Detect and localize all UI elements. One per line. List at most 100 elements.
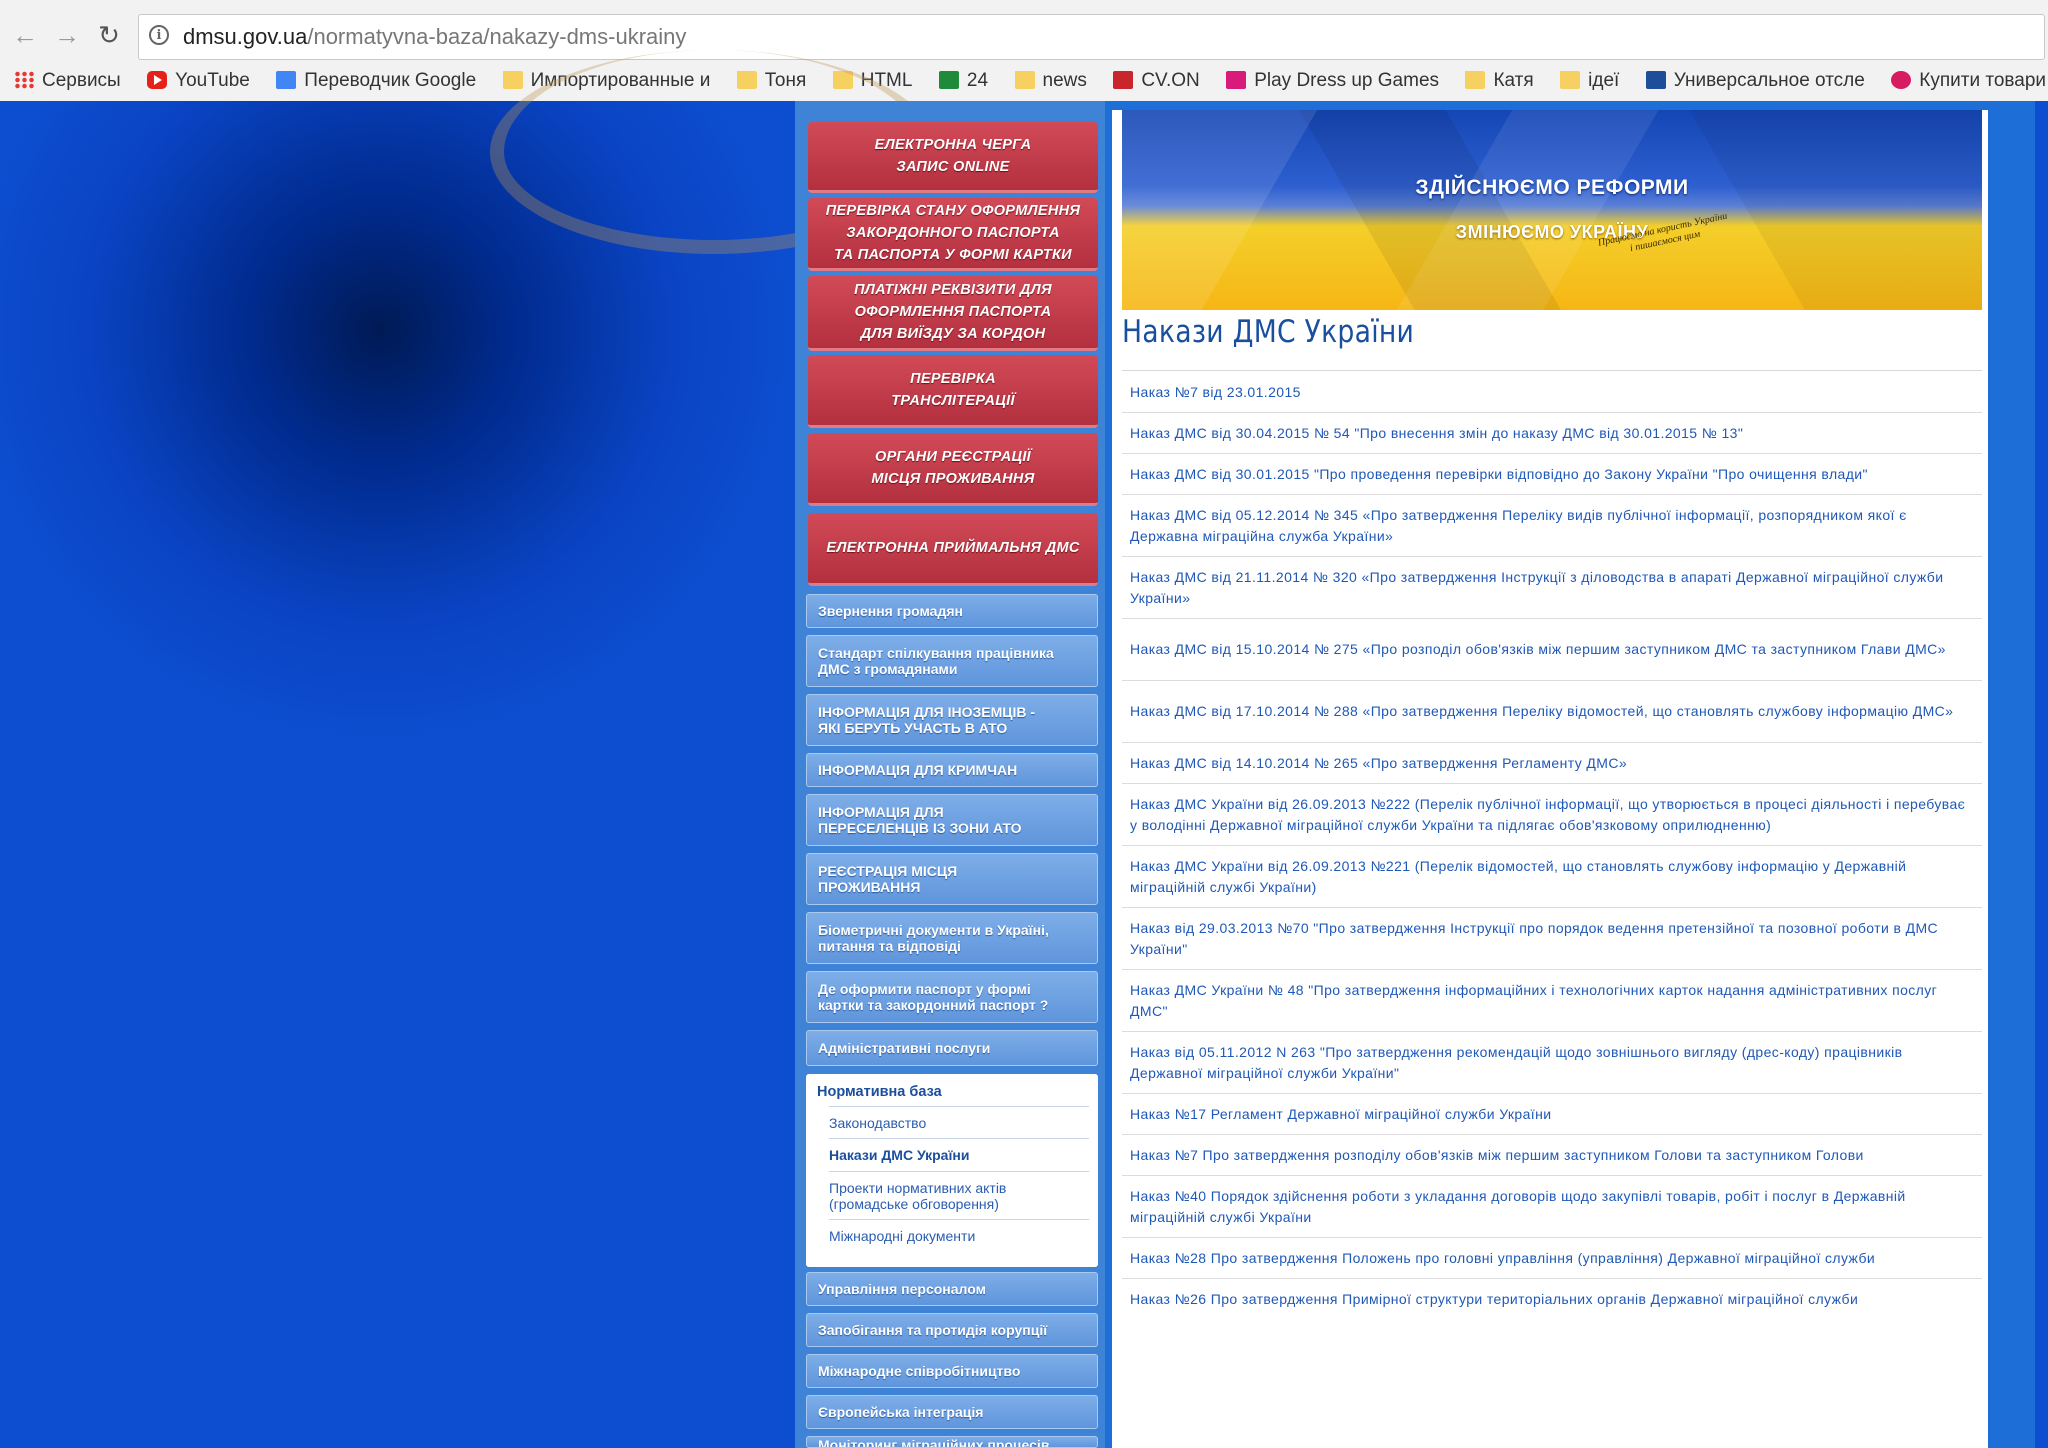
list-item: Наказ ДМС від 30.01.2015 "Про проведення… — [1122, 454, 1982, 495]
order-link[interactable]: Наказ ДМС від 30.01.2015 "Про проведення… — [1130, 464, 1868, 485]
bookmarks-bar: Сервисы YouTube Переводчик Google Импорт… — [0, 64, 2048, 98]
menu-personnel-management[interactable]: Управління персоналом — [806, 1272, 1098, 1306]
order-link[interactable]: Наказ №40 Порядок здійснення роботи з ук… — [1130, 1186, 1976, 1228]
payment-details-button[interactable]: ПЛАТІЖНІ РЕКВІЗИТИ ДЛЯ ОФОРМЛЕННЯ ПАСПОР… — [808, 276, 1098, 351]
submenu-title[interactable]: Нормативна база — [817, 1084, 942, 1100]
list-item: Наказ ДМС від 05.12.2014 № 345 «Про затв… — [1122, 495, 1982, 557]
menu-citizen-appeals[interactable]: Звернення громадян — [806, 594, 1098, 628]
order-link[interactable]: Наказ ДМС України № 48 "Про затвердження… — [1130, 980, 1976, 1022]
banner-line-1: ЗДІЙСНЮЄМО РЕФОРМИ — [1415, 176, 1689, 199]
bookmark-idei[interactable]: ідеї — [1560, 64, 1619, 98]
list-item: Наказ №7 від 23.01.2015 — [1122, 372, 1982, 413]
youtube-icon — [147, 71, 168, 89]
bookmark-label: YouTube — [175, 70, 250, 91]
banner-line-2: ЗМІНЮЄМО УКРАЇНУ — [1455, 222, 1649, 242]
order-link[interactable]: Наказ №28 Про затвердження Положень про … — [1130, 1248, 1875, 1269]
cvon-icon — [1113, 71, 1134, 89]
registration-authorities-button[interactable]: ОРГАНИ РЕЄСТРАЦІЇ МІСЦЯ ПРОЖИВАННЯ — [808, 433, 1098, 506]
transliteration-check-button[interactable]: ПЕРЕВІРКА ТРАНСЛІТЕРАЦІЇ — [808, 355, 1098, 428]
heart-icon — [1891, 71, 1912, 89]
order-link[interactable]: Наказ від 29.03.2013 №70 "Про затверджен… — [1130, 918, 1976, 960]
order-link[interactable]: Наказ ДМС України від 26.09.2013 №221 (П… — [1130, 856, 1976, 898]
bookmark-label: Катя — [1493, 70, 1534, 91]
menu-communication-standard[interactable]: Стандарт спілкування працівника ДМС з гр… — [806, 635, 1098, 687]
bookmark-youtube[interactable]: YouTube — [147, 64, 250, 98]
passport-status-check-button[interactable]: ПЕРЕВІРКА СТАНУ ОФОРМЛЕННЯ ЗАКОРДОННОГО … — [808, 198, 1098, 271]
list-item: Наказ №26 Про затвердження Примірної стр… — [1122, 1279, 1982, 1320]
google-translate-icon — [276, 71, 297, 89]
bookmark-label: Переводчик Google — [304, 70, 477, 91]
reload-icon[interactable]: ↻ — [94, 20, 124, 50]
address-bar[interactable]: i dmsu.gov.ua/normatyvna-baza/nakazy-dms… — [138, 14, 2045, 60]
browser-chrome: ← → ↻ i dmsu.gov.ua/normatyvna-baza/naka… — [0, 0, 2048, 102]
info-icon[interactable]: i — [149, 25, 169, 45]
bookmark-services[interactable]: Сервисы — [14, 64, 121, 98]
bookmark-label: Сервисы — [42, 70, 121, 91]
order-link[interactable]: Наказ ДМС України від 26.09.2013 №222 (П… — [1130, 794, 1976, 836]
list-item: Наказ ДМС України від 26.09.2013 №222 (П… — [1122, 784, 1982, 846]
folder-icon — [502, 71, 523, 89]
menu-foreigners-ato[interactable]: ІНФОРМАЦІЯ ДЛЯ ІНОЗЕМЦІВ - ЯКІ БЕРУТЬ УЧ… — [806, 694, 1098, 746]
order-link[interactable]: Наказ ДМС від 15.10.2014 № 275 «Про розп… — [1130, 639, 1946, 660]
menu-admin-services[interactable]: Адміністративні послуги — [806, 1030, 1098, 1066]
bookmark-katya[interactable]: Катя — [1465, 64, 1534, 98]
forward-arrow-icon[interactable]: → — [52, 20, 82, 50]
list-item: Наказ ДМС України від 26.09.2013 №221 (П… — [1122, 846, 1982, 908]
menu-international-cooperation[interactable]: Міжнародне співробітництво — [806, 1354, 1098, 1388]
menu-migration-monitoring[interactable]: Моніторинг міграційних процесів — [806, 1436, 1098, 1448]
bookmark-cvon[interactable]: CV.ON — [1113, 64, 1200, 98]
order-link[interactable]: Наказ №26 Про затвердження Примірної стр… — [1130, 1289, 1858, 1310]
list-item: Наказ ДМС від 15.10.2014 № 275 «Про розп… — [1122, 619, 1982, 681]
title-divider — [1122, 370, 1982, 371]
menu-european-integration[interactable]: Європейська інтеграція — [806, 1395, 1098, 1429]
menu-biometric-docs[interactable]: Біометричні документи в Україні, питання… — [806, 912, 1098, 964]
submenu-item-dms-orders[interactable]: Накази ДМС України — [829, 1138, 1089, 1163]
folder-icon — [1560, 71, 1581, 89]
bookmark-label: Купити товари для д — [1919, 70, 2048, 91]
order-link[interactable]: Наказ №17 Регламент Державної міграційно… — [1130, 1104, 1551, 1125]
bookmark-label: Play Dress up Games — [1254, 70, 1440, 91]
electronic-reception-button[interactable]: ЕЛЕКТРОННА ПРИЙМАЛЬНЯ ДМС — [808, 513, 1098, 586]
order-link[interactable]: Наказ ДМС від 05.12.2014 № 345 «Про затв… — [1130, 505, 1976, 547]
green-bookmark-icon — [938, 71, 959, 89]
menu-crimea-info[interactable]: ІНФОРМАЦІЯ ДЛЯ КРИМЧАН — [806, 753, 1098, 787]
order-link[interactable]: Наказ ДМС від 21.11.2014 № 320 «Про затв… — [1130, 567, 1976, 609]
menu-anti-corruption[interactable]: Запобігання та протидія корупції — [806, 1313, 1098, 1347]
order-link[interactable]: Наказ №7 від 23.01.2015 — [1130, 382, 1301, 403]
url-domain: dmsu.gov.ua — [183, 24, 308, 49]
order-link[interactable]: Наказ ДМС від 30.04.2015 № 54 "Про внесе… — [1130, 423, 1743, 444]
order-link[interactable]: Наказ ДМС від 17.10.2014 № 288 «Про затв… — [1130, 701, 1953, 722]
menu-where-get-passport[interactable]: Де оформити паспорт у формі картки та за… — [806, 971, 1098, 1023]
bookmark-dressup[interactable]: Play Dress up Games — [1226, 64, 1439, 98]
orders-list: Наказ №7 від 23.01.2015 Наказ ДМС від 30… — [1122, 372, 1982, 1320]
dressup-icon — [1226, 71, 1247, 89]
list-item: Наказ №40 Порядок здійснення роботи з ук… — [1122, 1176, 1982, 1238]
bookmark-google-translate[interactable]: Переводчик Google — [276, 64, 476, 98]
order-link[interactable]: Наказ ДМС від 14.10.2014 № 265 «Про затв… — [1130, 753, 1627, 774]
bookmark-label: news — [1042, 70, 1087, 91]
folder-icon — [1014, 71, 1035, 89]
reform-banner[interactable]: ЗДІЙСНЮЄМО РЕФОРМИ ЗМІНЮЄМО УКРАЇНУ Прац… — [1122, 110, 1982, 310]
submenu-item-international-docs[interactable]: Міжнародні документи — [829, 1219, 1089, 1244]
menu-residence-registration[interactable]: РЕЄСТРАЦІЯ МІСЦЯ ПРОЖИВАННЯ — [806, 853, 1098, 905]
list-item: Наказ №17 Регламент Державної міграційно… — [1122, 1094, 1982, 1135]
bookmark-kupyty[interactable]: Купити товари для д — [1891, 64, 2048, 98]
electronic-queue-button[interactable]: ЕЛЕКТРОННА ЧЕРГА запис online — [808, 122, 1098, 193]
list-item: Наказ від 29.03.2013 №70 "Про затверджен… — [1122, 908, 1982, 970]
url-text[interactable]: dmsu.gov.ua/normatyvna-baza/nakazy-dms-u… — [183, 24, 686, 50]
list-item: Наказ №7 Про затвердження розподілу обов… — [1122, 1135, 1982, 1176]
bookmark-universal[interactable]: Универсальное отсле — [1645, 64, 1865, 98]
back-arrow-icon[interactable]: ← — [10, 20, 40, 50]
submenu-item-draft-acts[interactable]: Проекти нормативних актів (громадське об… — [829, 1171, 1089, 1212]
menu-displaced-info[interactable]: ІНФОРМАЦІЯ ДЛЯ ПЕРЕСЕЛЕНЦІВ ІЗ ЗОНИ АТО — [806, 794, 1098, 846]
order-link[interactable]: Наказ від 05.11.2012 N 263 "Про затвердж… — [1130, 1042, 1976, 1084]
list-item: Наказ ДМС від 21.11.2014 № 320 «Про затв… — [1122, 557, 1982, 619]
submenu-item-legislation[interactable]: Законодавство — [829, 1106, 1089, 1131]
bookmark-24[interactable]: 24 — [938, 64, 988, 98]
order-link[interactable]: Наказ №7 Про затвердження розподілу обов… — [1130, 1145, 1864, 1166]
submenu-normative-base: Нормативна база Законодавство Накази ДМС… — [806, 1074, 1098, 1267]
bookmark-news[interactable]: news — [1014, 64, 1087, 98]
main-content: ЗДІЙСНЮЄМО РЕФОРМИ ЗМІНЮЄМО УКРАЇНУ Прац… — [1112, 110, 1988, 1448]
folder-icon — [1465, 71, 1486, 89]
list-item: Наказ ДМС від 17.10.2014 № 288 «Про затв… — [1122, 681, 1982, 743]
